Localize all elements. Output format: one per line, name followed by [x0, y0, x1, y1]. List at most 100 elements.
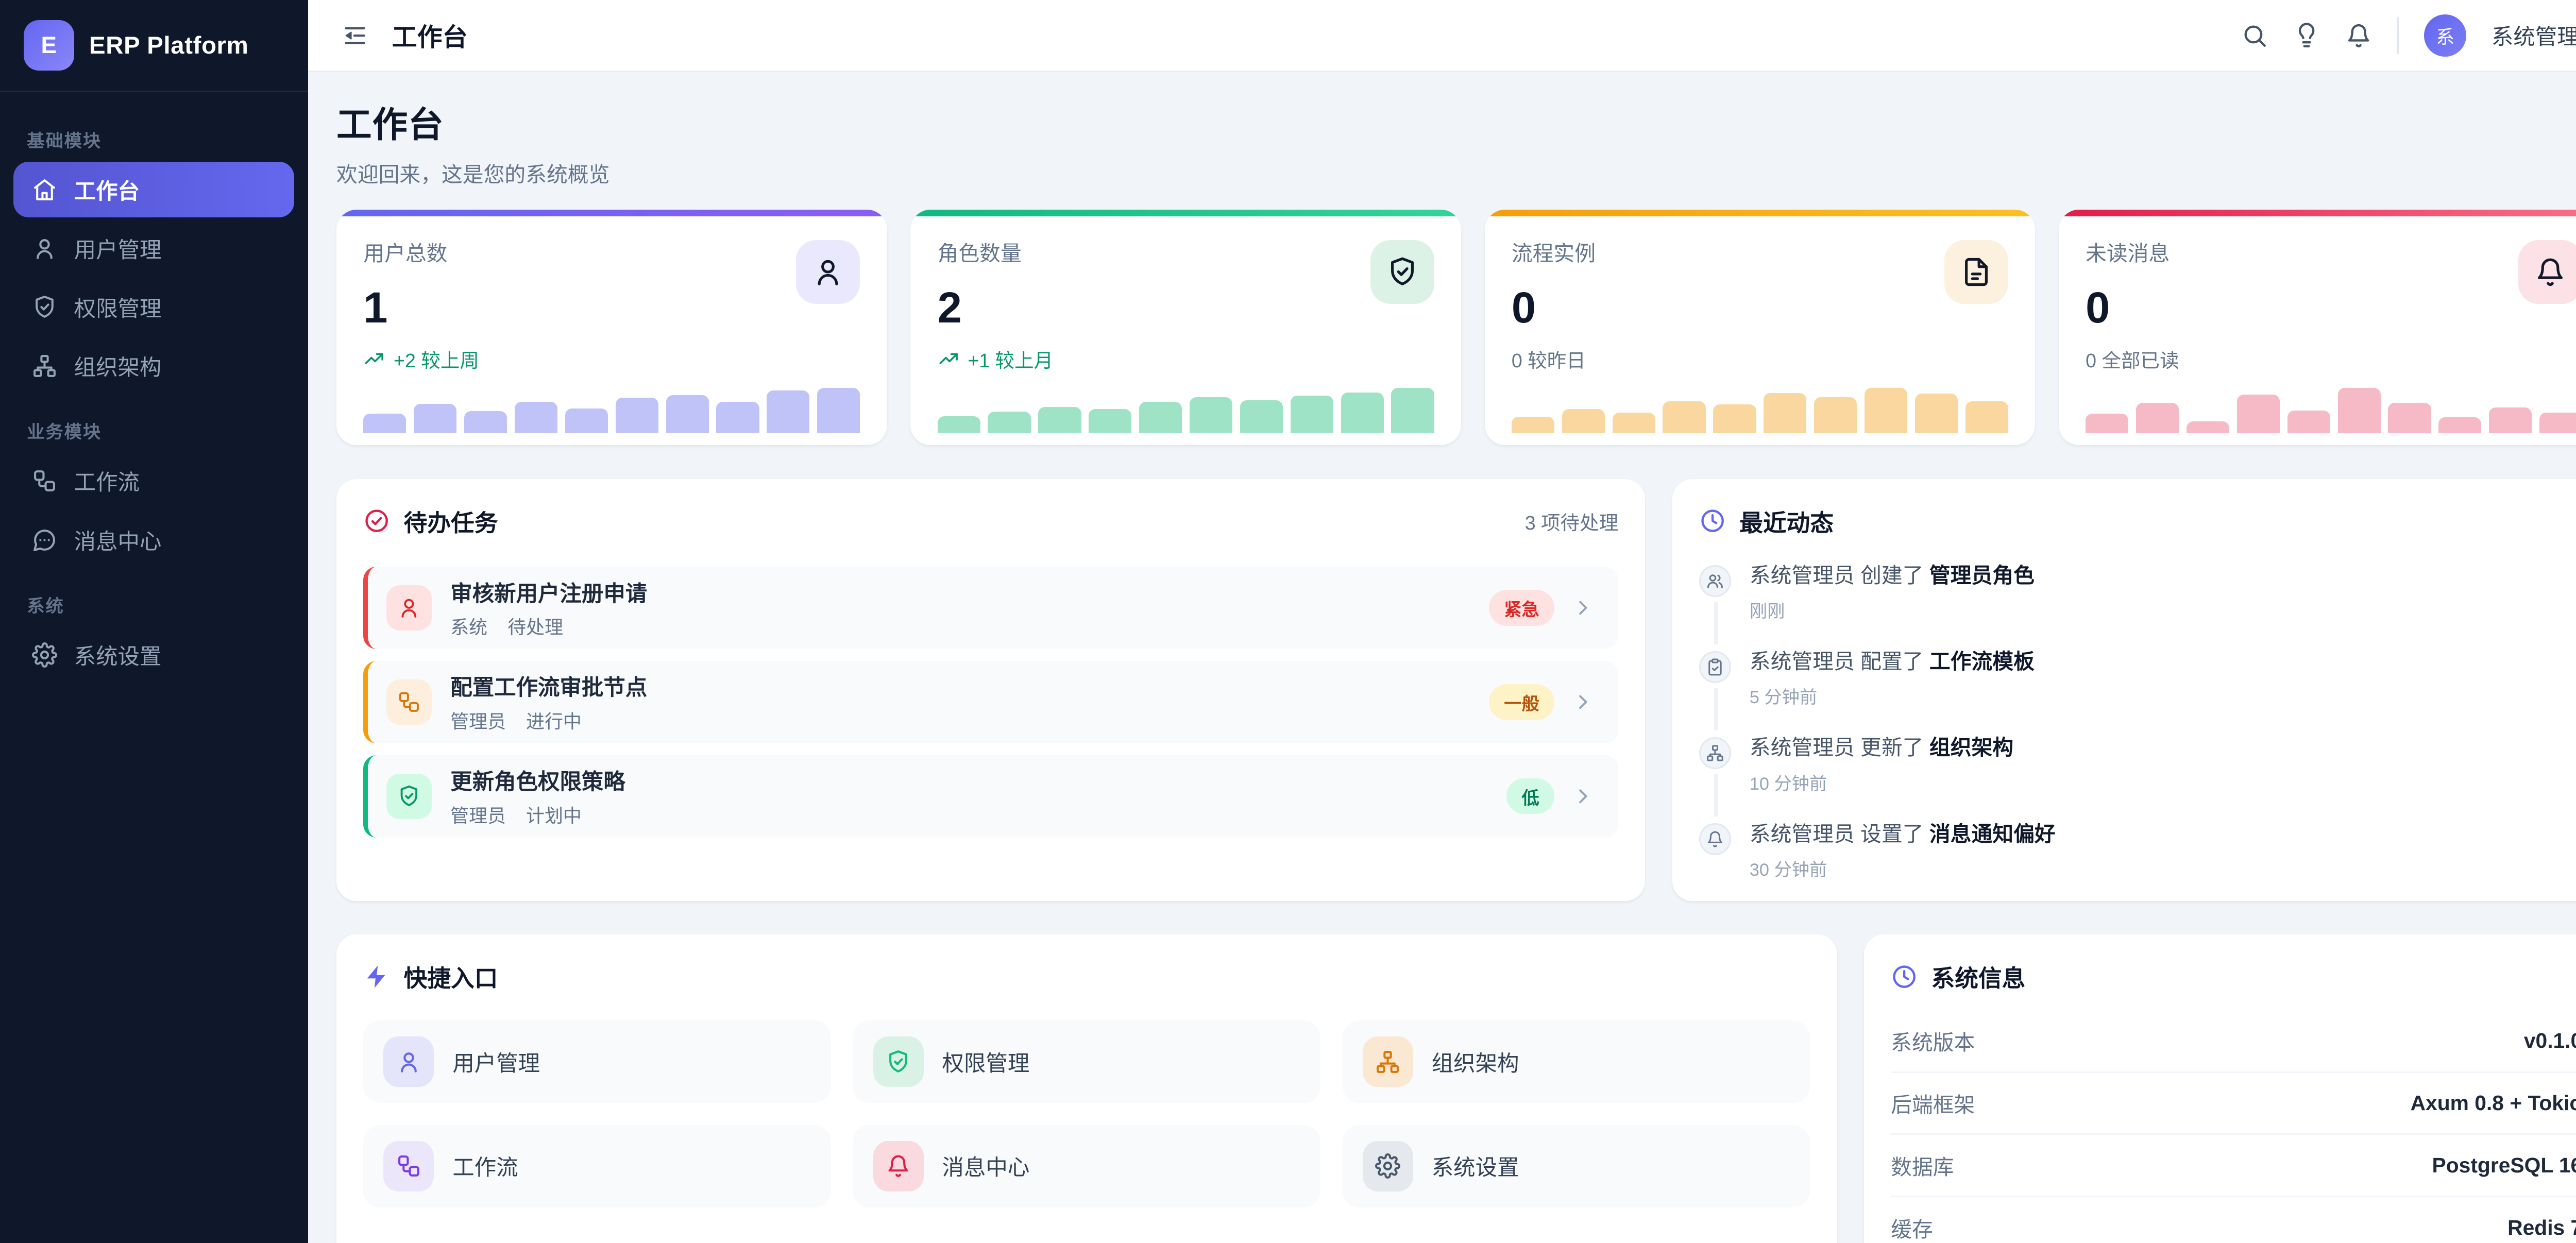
- sidebar-item-系统设置[interactable]: 系统设置: [13, 627, 294, 683]
- mini-bar: [1089, 409, 1131, 434]
- mini-bar: [616, 398, 658, 433]
- activity-time: 刚刚: [1750, 597, 2035, 622]
- page-title: 工作台: [336, 96, 2576, 147]
- activity-item: 系统管理员 更新了 组织架构 10 分钟前: [1699, 734, 2576, 820]
- task-title: 更新角色权限策略: [450, 764, 625, 796]
- stat-value: 0: [2086, 282, 2170, 333]
- timeline-connector: [1714, 688, 1718, 730]
- stat-card-accent: [336, 210, 887, 216]
- mini-bar: [2489, 407, 2532, 433]
- quick-entry-组织架构[interactable]: 组织架构: [1343, 1020, 1810, 1103]
- stat-card: 用户总数 1 +2 较上周: [336, 210, 887, 445]
- system-info-label: 数据库: [1891, 1150, 1954, 1181]
- timeline-connector: [1714, 602, 1718, 644]
- activity-object: 组织架构: [1929, 736, 2013, 759]
- activity-time: 10 分钟前: [1750, 769, 2013, 795]
- quick-entry-用户管理[interactable]: 用户管理: [363, 1020, 831, 1103]
- sidebar-item-工作台[interactable]: 工作台: [13, 162, 294, 217]
- quick-grid: 用户管理 权限管理 组织架构 工作流 消息中心 系统设置: [336, 1011, 1837, 1207]
- task-priority-badge: 低: [1506, 778, 1554, 814]
- activity-text: 系统管理员 配置了 工作流模板: [1750, 648, 2035, 676]
- user-icon: [796, 240, 860, 304]
- menu-fold-icon[interactable]: [342, 22, 368, 49]
- stat-cards: 用户总数 1 +2 较上周 角色数量 2 +1: [336, 210, 2576, 445]
- sidebar-item-label: 消息中心: [74, 524, 162, 556]
- mini-bar: [2438, 417, 2481, 433]
- sidebar-section: 系统 系统设置: [0, 591, 308, 683]
- bell-icon[interactable]: [2345, 22, 2372, 49]
- stat-value: 0: [1512, 282, 1596, 333]
- mini-bar: [988, 412, 1030, 433]
- activity-panel-title: 最近动态: [1739, 504, 1834, 538]
- sysinfo-panel-title: 系统信息: [1931, 960, 2026, 994]
- stat-value: 1: [363, 282, 447, 333]
- mini-bar: [1038, 407, 1081, 433]
- shield-check-icon: [873, 1036, 924, 1087]
- chevron-right-icon: [1571, 785, 1595, 808]
- content: 工作台 欢迎回来，这是您的系统概览 用户总数 1 +2 较上周: [308, 72, 2576, 1243]
- sidebar-section-label: 基础模块: [27, 126, 281, 152]
- quick-panel-title: 快捷入口: [404, 960, 498, 994]
- sidebar-item-工作流[interactable]: 工作流: [13, 453, 294, 509]
- sidebar-item-label: 工作流: [74, 465, 140, 497]
- mini-bar: [2388, 403, 2431, 433]
- topbar-title: 工作台: [392, 17, 468, 54]
- sidebar-section: 基础模块 工作台 用户管理 权限管理 组织架构: [0, 126, 308, 394]
- brand-name: ERP Platform: [89, 31, 248, 60]
- sidebar-nav: 基础模块 工作台 用户管理 权限管理 组织架构 业务模块 工作流 消息中心 系统…: [0, 92, 308, 696]
- activity-item: 系统管理员 创建了 管理员角色 刚刚: [1699, 561, 2576, 648]
- stat-trend-text: 0 全部已读: [2086, 345, 2179, 373]
- task-priority-badge: 一般: [1489, 684, 1554, 720]
- gear-icon: [1363, 1141, 1413, 1191]
- search-icon[interactable]: [2241, 22, 2268, 49]
- task-title: 配置工作流审批节点: [450, 670, 647, 702]
- app-viewport: E ERP Platform 基础模块 工作台 用户管理 权限管理 组织架构 业…: [0, 0, 2576, 1243]
- system-info-rows: 系统版本 v0.1.0 后端框架 Axum 0.8 + Tokio 数据库 Po…: [1864, 1011, 2576, 1243]
- activity-text: 系统管理员 创建了 管理员角色: [1750, 561, 2035, 590]
- system-info-label: 后端框架: [1891, 1088, 1975, 1118]
- activity-time: 5 分钟前: [1750, 683, 2035, 708]
- system-info-label: 系统版本: [1891, 1026, 1975, 1056]
- system-info-value: Axum 0.8 + Tokio: [2411, 1091, 2576, 1115]
- mini-bar: [1190, 397, 1232, 433]
- activity-time: 30 分钟前: [1750, 855, 2056, 881]
- lightbulb-icon[interactable]: [2293, 22, 2320, 49]
- activity-item: 系统管理员 设置了 消息通知偏好 30 分钟前: [1699, 820, 2576, 881]
- activity-action: 创建了: [1860, 564, 1923, 587]
- sidebar-item-组织架构[interactable]: 组织架构: [13, 338, 294, 394]
- task-source: 管理员: [450, 801, 506, 828]
- mini-bar: [666, 395, 709, 433]
- clock-icon: [1699, 507, 1726, 534]
- tasks-count: 3 项待处理: [1525, 507, 1619, 535]
- system-info-row: 后端框架 Axum 0.8 + Tokio: [1891, 1073, 2576, 1135]
- chevron-right-icon: [1571, 690, 1595, 714]
- task-priority-badge: 紧急: [1489, 590, 1554, 626]
- task-source: 系统: [450, 612, 487, 639]
- bell-icon: [1699, 823, 1731, 855]
- quick-entry-工作流[interactable]: 工作流: [363, 1125, 831, 1207]
- user-avatar[interactable]: 系: [2424, 14, 2466, 57]
- task-row[interactable]: 更新角色权限策略 管理员 计划中 低: [363, 755, 1618, 838]
- shield-check-icon: [386, 774, 432, 819]
- task-row[interactable]: 审核新用户注册申请 系统 待处理 紧急: [363, 567, 1618, 649]
- activity-action: 配置了: [1860, 650, 1923, 673]
- stat-label: 角色数量: [938, 236, 1022, 267]
- system-info-row: 数据库 PostgreSQL 16: [1891, 1135, 2576, 1197]
- message-icon: [32, 527, 57, 553]
- quick-entry-系统设置[interactable]: 系统设置: [1343, 1125, 1810, 1207]
- task-row[interactable]: 配置工作流审批节点 管理员 进行中 一般: [363, 661, 1618, 743]
- stat-card: 未读消息 0 0 全部已读: [2059, 210, 2576, 445]
- sidebar-item-用户管理[interactable]: 用户管理: [13, 220, 294, 276]
- activity-action: 设置了: [1860, 822, 1923, 846]
- stat-trend-text: +1 较上月: [968, 345, 1053, 373]
- quick-entry-label: 工作流: [452, 1150, 518, 1182]
- quick-entry-消息中心[interactable]: 消息中心: [853, 1125, 1320, 1207]
- chevron-right-icon: [1571, 596, 1595, 620]
- sidebar-item-label: 组织架构: [74, 350, 162, 382]
- quick-entry-权限管理[interactable]: 权限管理: [853, 1020, 1320, 1103]
- stat-card-accent: [2059, 210, 2576, 216]
- system-info-row: 系统版本 v0.1.0: [1891, 1011, 2576, 1073]
- system-info-label: 缓存: [1891, 1213, 1933, 1243]
- sidebar-item-消息中心[interactable]: 消息中心: [13, 512, 294, 568]
- sidebar-item-权限管理[interactable]: 权限管理: [13, 280, 294, 335]
